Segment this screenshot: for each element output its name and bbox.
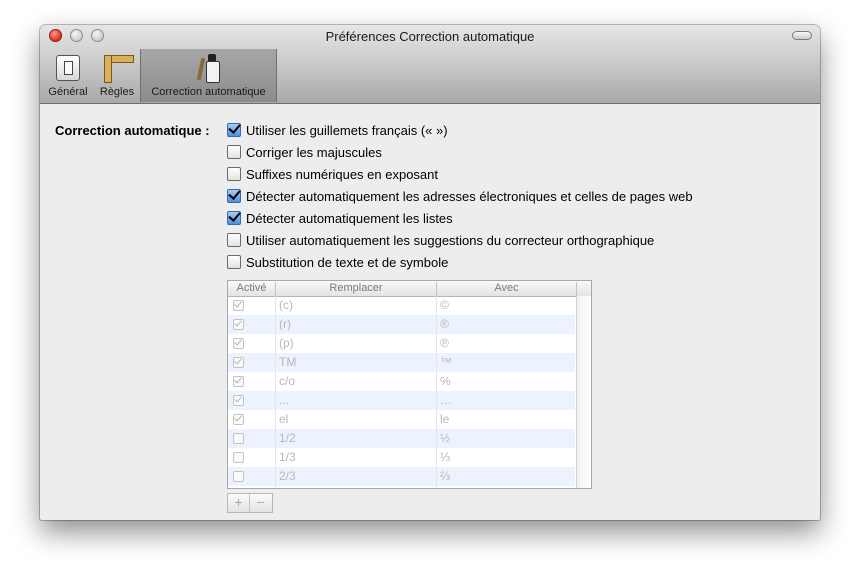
row-with: ™ xyxy=(440,355,452,369)
row-active-checkbox[interactable] xyxy=(233,319,244,330)
option-label: Utiliser automatiquement les suggestions… xyxy=(246,232,655,248)
row-with: ℅ xyxy=(440,374,451,388)
row-with: … xyxy=(440,393,452,407)
table-row[interactable]: (r) ® xyxy=(228,315,575,334)
add-row-button[interactable]: + xyxy=(228,494,250,512)
table-row[interactable]: TM ™ xyxy=(228,353,575,372)
row-active-checkbox[interactable] xyxy=(233,395,244,406)
row-active-checkbox[interactable] xyxy=(233,357,244,368)
row-active-checkbox[interactable] xyxy=(233,452,244,463)
ruler-icon xyxy=(104,55,134,83)
row-active-checkbox[interactable] xyxy=(233,376,244,387)
toolbar-item-label: Général xyxy=(48,86,88,98)
general-switch-icon xyxy=(56,55,80,81)
checkbox[interactable] xyxy=(227,189,241,203)
table-row[interactable]: 1/2 ½ xyxy=(228,429,575,448)
option-label: Substitution de texte et de symbole xyxy=(246,254,449,270)
column-header-active[interactable]: Activé xyxy=(228,282,275,294)
row-replace: 2/3 xyxy=(279,469,296,483)
section-label: Correction automatique : xyxy=(55,123,210,138)
row-active-checkbox[interactable] xyxy=(233,300,244,311)
table-row[interactable]: c/o ℅ xyxy=(228,372,575,391)
row-replace: ... xyxy=(279,393,290,407)
row-replace: 1/3 xyxy=(279,450,296,464)
table-row[interactable]: 2/3 ⅔ xyxy=(228,467,575,486)
option-label: Suffixes numériques en exposant xyxy=(246,166,438,182)
checkbox[interactable] xyxy=(227,211,241,225)
checkbox[interactable] xyxy=(227,123,241,137)
row-with: ⅓ xyxy=(440,450,451,464)
option-detect-lists[interactable]: Détecter automatiquement les listes xyxy=(227,209,453,227)
toolbar-item-autocorrect[interactable]: Correction automatique xyxy=(141,49,276,102)
checkbox[interactable] xyxy=(227,255,241,269)
toolbar-item-general[interactable]: Général xyxy=(45,49,91,102)
row-with: ® xyxy=(440,317,449,331)
row-replace: (p) xyxy=(279,336,294,350)
table-row[interactable]: 1/3 ⅓ xyxy=(228,448,575,467)
row-replace: el xyxy=(279,412,289,426)
checkbox[interactable] xyxy=(227,233,241,247)
option-label: Détecter automatiquement les listes xyxy=(246,210,453,226)
option-label: Corriger les majuscules xyxy=(246,144,382,160)
option-label: Utiliser les guillemets français (« ») xyxy=(246,122,448,138)
option-french-quotes[interactable]: Utiliser les guillemets français (« ») xyxy=(227,121,448,139)
remove-row-button[interactable]: − xyxy=(250,494,271,512)
row-with: ⅔ xyxy=(440,469,451,483)
row-replace: c/o xyxy=(279,374,296,388)
row-replace: TM xyxy=(279,355,297,369)
option-detect-links[interactable]: Détecter automatiquement les adresses él… xyxy=(227,187,693,205)
row-replace: 1/2 xyxy=(279,431,296,445)
row-with: le xyxy=(440,412,450,426)
row-with: © xyxy=(440,298,449,312)
preferences-pane: Correction automatique : Utiliser les gu… xyxy=(40,104,820,520)
table-row[interactable]: el le xyxy=(228,410,575,429)
toolbar-item-rules[interactable]: Règles xyxy=(95,49,139,102)
substitution-table: Activé Remplacer Avec (c) © (r) ® (p) ℗ xyxy=(227,280,592,489)
table-row[interactable]: (p) ℗ xyxy=(228,334,575,353)
option-superscript-suffixes[interactable]: Suffixes numériques en exposant xyxy=(227,165,438,183)
option-spelling-suggestions[interactable]: Utiliser automatiquement les suggestions… xyxy=(227,231,654,249)
row-active-checkbox[interactable] xyxy=(233,433,244,444)
column-header-with[interactable]: Avec xyxy=(437,282,576,294)
correction-fluid-icon xyxy=(196,52,221,83)
row-active-checkbox[interactable] xyxy=(233,338,244,349)
toolbar-item-label: Règles xyxy=(99,86,135,98)
table-scrollbar[interactable] xyxy=(576,296,591,488)
title-bar: Préférences Correction automatique Génér… xyxy=(40,25,820,104)
window-title: Préférences Correction automatique xyxy=(325,29,535,44)
option-text-substitution[interactable]: Substitution de texte et de symbole xyxy=(227,253,448,271)
option-capitalization[interactable]: Corriger les majuscules xyxy=(227,143,382,161)
checkbox[interactable] xyxy=(227,167,241,181)
row-active-checkbox[interactable] xyxy=(233,414,244,425)
toolbar-toggle-button[interactable] xyxy=(792,31,812,40)
add-remove-control: + − xyxy=(227,493,273,513)
row-replace: (r) xyxy=(279,317,291,331)
table-row[interactable]: (c) © xyxy=(228,296,575,315)
row-with: ½ xyxy=(440,431,451,445)
table-header: Activé Remplacer Avec xyxy=(228,281,591,297)
checkbox[interactable] xyxy=(227,145,241,159)
column-header-replace[interactable]: Remplacer xyxy=(276,282,436,294)
row-with: ℗ xyxy=(440,336,449,350)
toolbar-item-label: Correction automatique xyxy=(151,86,266,98)
option-label: Détecter automatiquement les adresses él… xyxy=(246,188,693,204)
table-row[interactable]: ... … xyxy=(228,391,575,410)
row-active-checkbox[interactable] xyxy=(233,471,244,482)
preferences-window: Préférences Correction automatique Génér… xyxy=(40,25,820,520)
row-replace: (c) xyxy=(279,298,293,312)
